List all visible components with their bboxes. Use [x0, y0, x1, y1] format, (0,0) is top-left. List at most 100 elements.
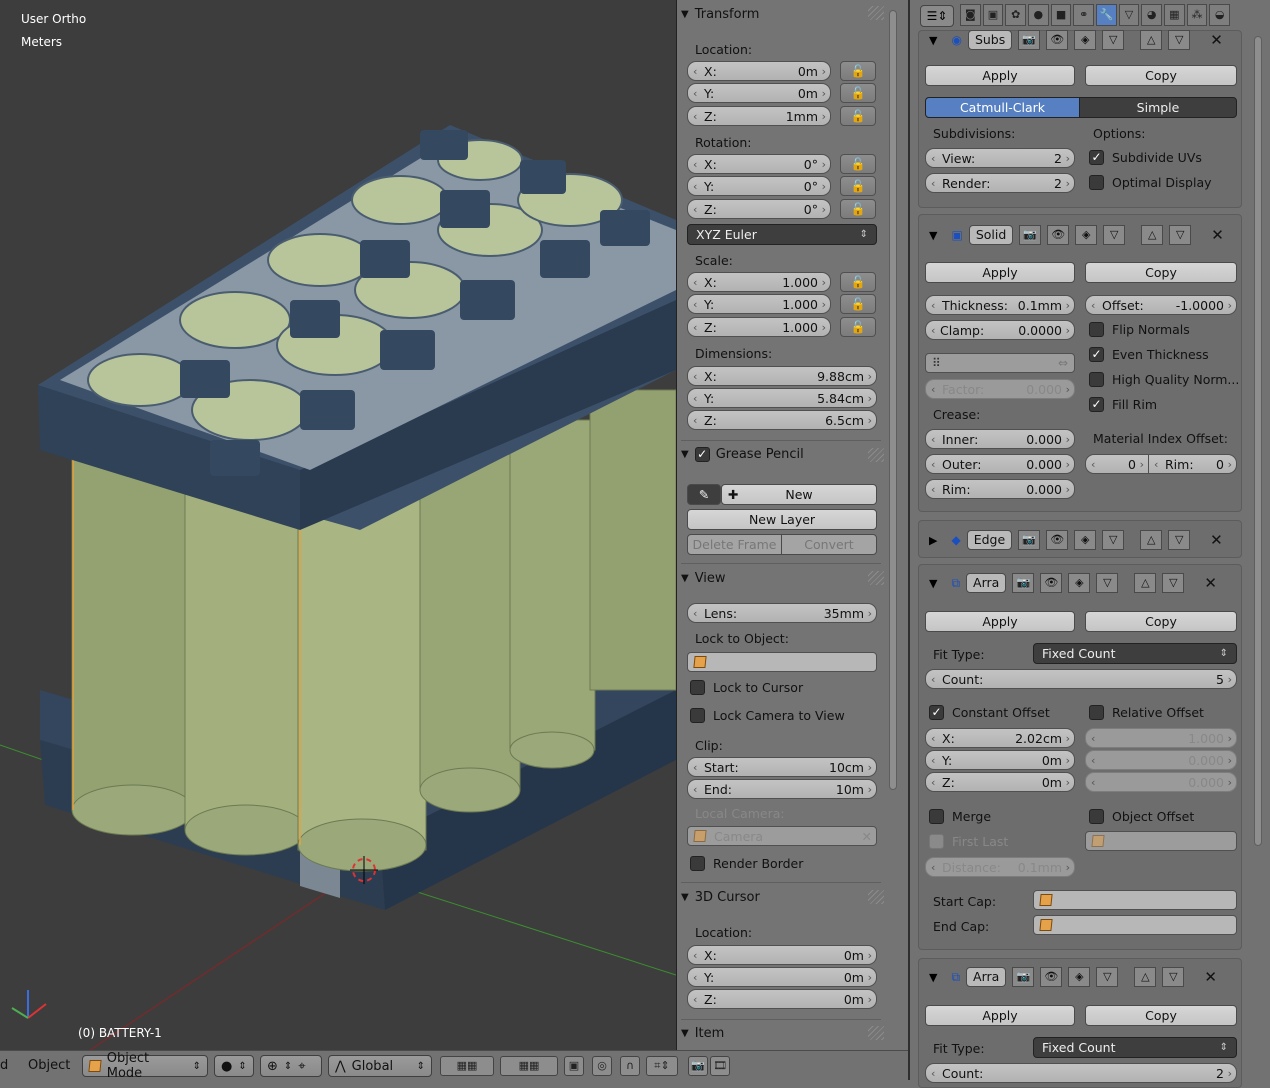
- copy-button[interactable]: Copy: [1085, 262, 1237, 283]
- lens-field[interactable]: Lens: 35mm: [687, 603, 877, 623]
- object-tab-icon[interactable]: ■: [1050, 4, 1072, 26]
- modifiers-wrench-tab-icon[interactable]: 🔧: [1096, 4, 1117, 26]
- relative-offset-x-field[interactable]: 1.000: [1085, 728, 1237, 748]
- render-toggle-icon[interactable]: 📷: [1012, 967, 1035, 987]
- apply-button[interactable]: Apply: [925, 611, 1075, 632]
- move-up-icon[interactable]: △: [1140, 530, 1163, 550]
- render-toggle-icon[interactable]: 📷: [1012, 573, 1035, 593]
- render-toggle-icon[interactable]: 📷: [1019, 225, 1042, 245]
- sidebar-scrollbar[interactable]: [889, 10, 897, 790]
- cage-icon[interactable]: ▽: [1103, 225, 1126, 245]
- offset-field[interactable]: Offset: -1.0000: [1085, 295, 1237, 315]
- viewport-eye-icon[interactable]: 👁: [1046, 30, 1069, 50]
- cursor-x-field[interactable]: X: 0m: [687, 945, 877, 965]
- mode-selector[interactable]: Object Mode ⇕: [82, 1051, 208, 1081]
- lock-object-field[interactable]: [687, 652, 877, 672]
- cage-icon[interactable]: ▽: [1102, 30, 1125, 50]
- count-field[interactable]: Count: 5: [925, 669, 1237, 689]
- cage-icon[interactable]: ▽: [1096, 967, 1119, 987]
- layers-grid-icon[interactable]: ▦▦: [440, 1056, 494, 1076]
- fill-rim-checkbox[interactable]: ✓ Fill Rim: [1089, 397, 1157, 412]
- data-tab-icon[interactable]: ▽: [1118, 4, 1140, 26]
- modifier-name-field[interactable]: Subs: [967, 30, 1013, 50]
- clear-x-icon[interactable]: ✕: [862, 829, 872, 844]
- transform-panel-header[interactable]: ▼ Transform: [681, 3, 879, 25]
- view-menu[interactable]: d: [0, 1058, 8, 1078]
- drag-grip-icon[interactable]: [868, 571, 884, 585]
- world-tab-icon[interactable]: ●: [1028, 4, 1049, 26]
- lock-camera-to-view-checkbox[interactable]: Lock Camera to View: [690, 708, 845, 723]
- end-cap-field[interactable]: [1033, 915, 1237, 935]
- render-animation-icon[interactable]: 🎞: [710, 1056, 730, 1076]
- editmode-icon[interactable]: ◈: [1068, 967, 1091, 987]
- new-grease-pencil-button[interactable]: ✚ New: [721, 484, 877, 505]
- location-z-field[interactable]: Z: 1mm: [687, 106, 831, 126]
- collapse-arrow-icon[interactable]: ▼: [929, 971, 937, 984]
- clip-end-field[interactable]: End: 10m: [687, 779, 877, 799]
- material-offset-field[interactable]: 0: [1085, 454, 1149, 474]
- start-cap-field[interactable]: [1033, 890, 1237, 910]
- constant-offset-checkbox[interactable]: ✓ Constant Offset: [929, 705, 1050, 720]
- layers-grid-icon-2[interactable]: ▦▦: [500, 1056, 558, 1076]
- lock-icon[interactable]: 🔓: [840, 317, 876, 337]
- fit-type-dropdown[interactable]: Fixed Count ⇕: [1033, 643, 1237, 664]
- copy-button[interactable]: Copy: [1085, 1005, 1237, 1026]
- lock-icon[interactable]: 🔓: [840, 83, 876, 103]
- relative-offset-y-field[interactable]: 0.000: [1085, 750, 1237, 770]
- view-levels-field[interactable]: View: 2: [925, 148, 1075, 168]
- drag-grip-icon[interactable]: [868, 448, 884, 462]
- copy-button[interactable]: Copy: [1085, 611, 1237, 632]
- remove-x-icon[interactable]: ✕: [1210, 531, 1223, 549]
- item-panel-header[interactable]: ▼ Item: [681, 1022, 879, 1044]
- pencil-icon[interactable]: ✎: [687, 484, 721, 505]
- collapse-arrow-icon[interactable]: ▼: [929, 229, 937, 242]
- viewport-shading-selector[interactable]: ● ⇕: [214, 1055, 254, 1077]
- lock-icon[interactable]: 🔓: [840, 176, 876, 196]
- drag-grip-icon[interactable]: [868, 6, 884, 20]
- lock-layers-icon[interactable]: ▣: [564, 1056, 584, 1076]
- count-field[interactable]: Count: 2: [925, 1063, 1237, 1083]
- subdivide-uvs-checkbox[interactable]: ✓ Subdivide UVs: [1089, 150, 1202, 165]
- modifier-name-field[interactable]: Solid: [968, 225, 1014, 245]
- dimensions-y-field[interactable]: Y: 5.84cm: [687, 388, 877, 408]
- remove-x-icon[interactable]: ✕: [1204, 968, 1217, 986]
- snap-element-icon[interactable]: ⌗⇕: [646, 1056, 678, 1076]
- lock-icon[interactable]: 🔓: [840, 106, 876, 126]
- crease-rim-field[interactable]: Rim: 0.000: [925, 479, 1075, 499]
- high-quality-normals-checkbox[interactable]: High Quality Norm...: [1089, 372, 1239, 387]
- grease-pencil-panel-header[interactable]: ▼ ✓ Grease Pencil: [681, 443, 879, 465]
- viewport-eye-icon[interactable]: 👁: [1040, 967, 1063, 987]
- offset-object-field[interactable]: [1085, 831, 1237, 851]
- apply-button[interactable]: Apply: [925, 1005, 1075, 1026]
- object-menu[interactable]: Object: [28, 1058, 70, 1078]
- move-down-icon[interactable]: ▽: [1162, 573, 1185, 593]
- local-camera-field[interactable]: Camera ✕: [687, 826, 877, 846]
- constant-offset-x-field[interactable]: X: 2.02cm: [925, 728, 1075, 748]
- rotation-z-field[interactable]: Z: 0°: [687, 199, 831, 219]
- constant-offset-z-field[interactable]: Z: 0m: [925, 772, 1075, 792]
- catmull-clark-toggle[interactable]: Catmull-Clark: [925, 97, 1080, 118]
- material-rim-offset-field[interactable]: Rim: 0: [1148, 454, 1237, 474]
- copy-button[interactable]: Copy: [1085, 65, 1237, 86]
- lock-icon[interactable]: 🔓: [840, 199, 876, 219]
- dimensions-z-field[interactable]: Z: 6.5cm: [687, 410, 877, 430]
- crease-outer-field[interactable]: Outer: 0.000: [925, 454, 1075, 474]
- editmode-icon[interactable]: ◈: [1074, 30, 1097, 50]
- clip-start-field[interactable]: Start: 10cm: [687, 757, 877, 777]
- cursor-y-field[interactable]: Y: 0m: [687, 967, 877, 987]
- material-tab-icon[interactable]: ◕: [1141, 4, 1163, 26]
- invert-arrows-icon[interactable]: ⇔: [1058, 356, 1068, 370]
- remove-x-icon[interactable]: ✕: [1211, 226, 1224, 244]
- lock-to-cursor-checkbox[interactable]: Lock to Cursor: [690, 680, 803, 695]
- vertex-group-field[interactable]: ⠿ ⇔: [925, 353, 1075, 373]
- move-up-icon[interactable]: △: [1134, 573, 1157, 593]
- proportional-edit-icon[interactable]: ◎: [592, 1056, 612, 1076]
- expand-arrow-icon[interactable]: ▶: [929, 534, 937, 547]
- editmode-icon[interactable]: ◈: [1074, 530, 1097, 550]
- flip-normals-checkbox[interactable]: Flip Normals: [1089, 322, 1190, 337]
- transform-orientation-selector[interactable]: ⋀ Global ⇕: [328, 1055, 432, 1077]
- cursor-z-field[interactable]: Z: 0m: [687, 989, 877, 1009]
- viewport-eye-icon[interactable]: 👁: [1046, 530, 1069, 550]
- remove-x-icon[interactable]: ✕: [1210, 31, 1223, 49]
- modifier-name-field[interactable]: Edge: [966, 530, 1013, 550]
